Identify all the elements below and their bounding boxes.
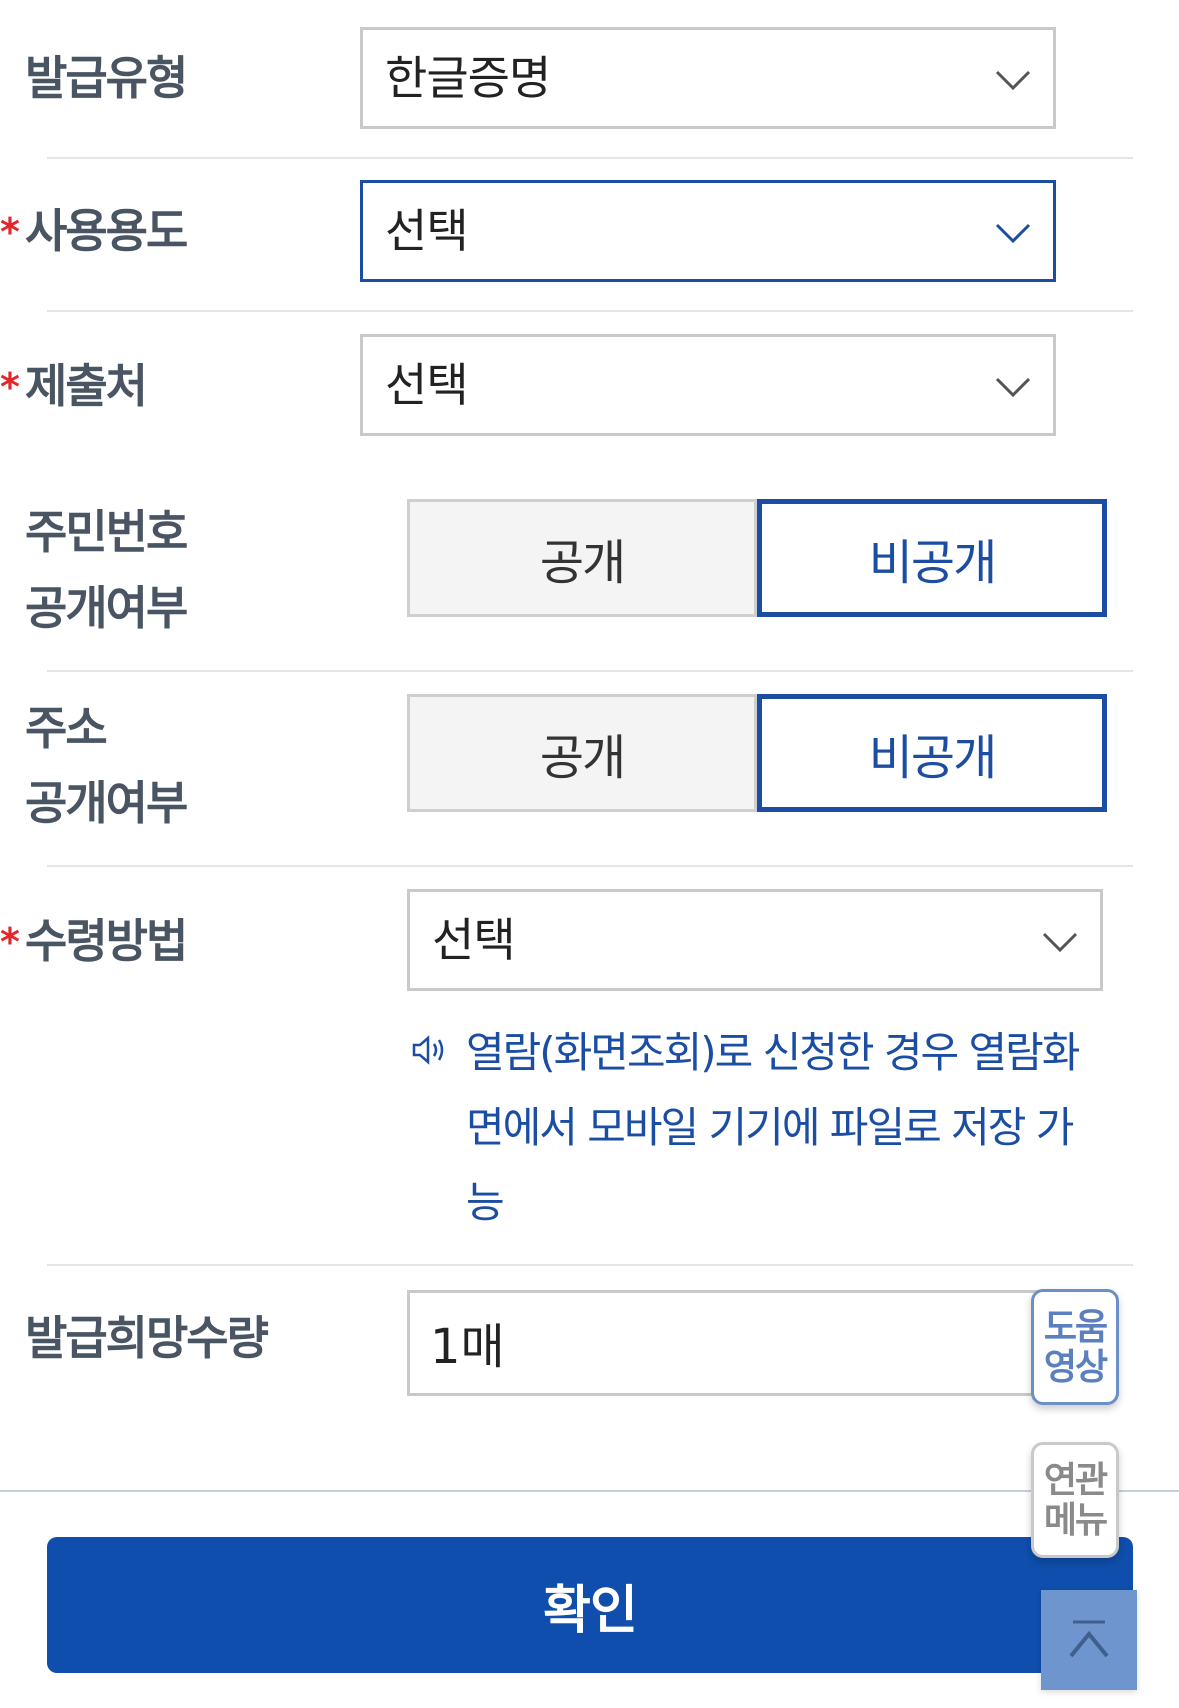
divider (47, 157, 1133, 159)
divider (47, 1264, 1133, 1266)
related-menu-label-line2: 메뉴 (1043, 1500, 1108, 1541)
chevron-up-icon (1069, 1620, 1109, 1658)
divider (0, 1490, 1179, 1492)
issue-type-select[interactable]: 한글증명 (360, 27, 1056, 129)
related-menu-label-line1: 연관 (1043, 1460, 1108, 1501)
quantity-label: 발급희망수량 (25, 1311, 269, 1365)
issue-type-value: 한글증명 (385, 51, 551, 105)
divider (47, 670, 1133, 672)
address-disclosure-toggle: 공개 비공개 (407, 694, 1107, 812)
chevron-down-icon (995, 377, 1031, 398)
usage-select[interactable]: 선택 (360, 180, 1056, 282)
receive-method-value: 선택 (432, 913, 516, 967)
required-mark: * (0, 365, 20, 409)
chevron-down-icon (1042, 932, 1078, 953)
chevron-down-icon (995, 223, 1031, 244)
rrn-disclosure-label-line1: 주민번호 (25, 505, 188, 559)
confirm-button[interactable]: 확인 (47, 1537, 1133, 1673)
scroll-to-top-button[interactable] (1041, 1590, 1137, 1690)
usage-value: 선택 (385, 204, 469, 258)
notice-text: 열람(화면조회)로 신청한 경우 열람화면에서 모바일 기기에 파일로 저장 가… (466, 1028, 1080, 1227)
chevron-down-icon (995, 70, 1031, 91)
speaker-icon (412, 1035, 444, 1065)
rrn-disclosure-toggle: 공개 비공개 (407, 499, 1107, 617)
receive-method-select[interactable]: 선택 (407, 889, 1103, 991)
rrn-disclosure-label-line2: 공개여부 (25, 581, 188, 635)
help-video-label-line2: 영상 (1043, 1347, 1108, 1388)
address-disclosure-label-line1: 주소 (25, 701, 108, 755)
related-menu-button[interactable]: 연관 메뉴 (1031, 1442, 1119, 1558)
submit-to-select[interactable]: 선택 (360, 334, 1056, 436)
required-mark: * (0, 920, 20, 964)
help-video-button[interactable]: 도움 영상 (1031, 1289, 1119, 1405)
receive-method-label: 수령방법 (25, 914, 188, 968)
help-video-label-line1: 도움 (1043, 1307, 1108, 1348)
rrn-public-option[interactable]: 공개 (407, 499, 757, 617)
quantity-value: 1매 (430, 1319, 505, 1375)
address-disclosure-label-line2: 공개여부 (25, 776, 188, 830)
address-public-option[interactable]: 공개 (407, 694, 757, 812)
rrn-private-option[interactable]: 비공개 (757, 499, 1107, 617)
issue-type-label: 발급유형 (25, 51, 188, 105)
usage-label: 사용용도 (25, 204, 188, 258)
required-mark: * (0, 210, 20, 254)
divider (47, 865, 1133, 867)
divider (47, 310, 1133, 312)
quantity-select[interactable]: 1매 (407, 1290, 1097, 1396)
submit-to-label: 제출처 (25, 359, 148, 413)
submit-to-value: 선택 (385, 358, 469, 412)
address-private-option[interactable]: 비공개 (757, 694, 1107, 812)
